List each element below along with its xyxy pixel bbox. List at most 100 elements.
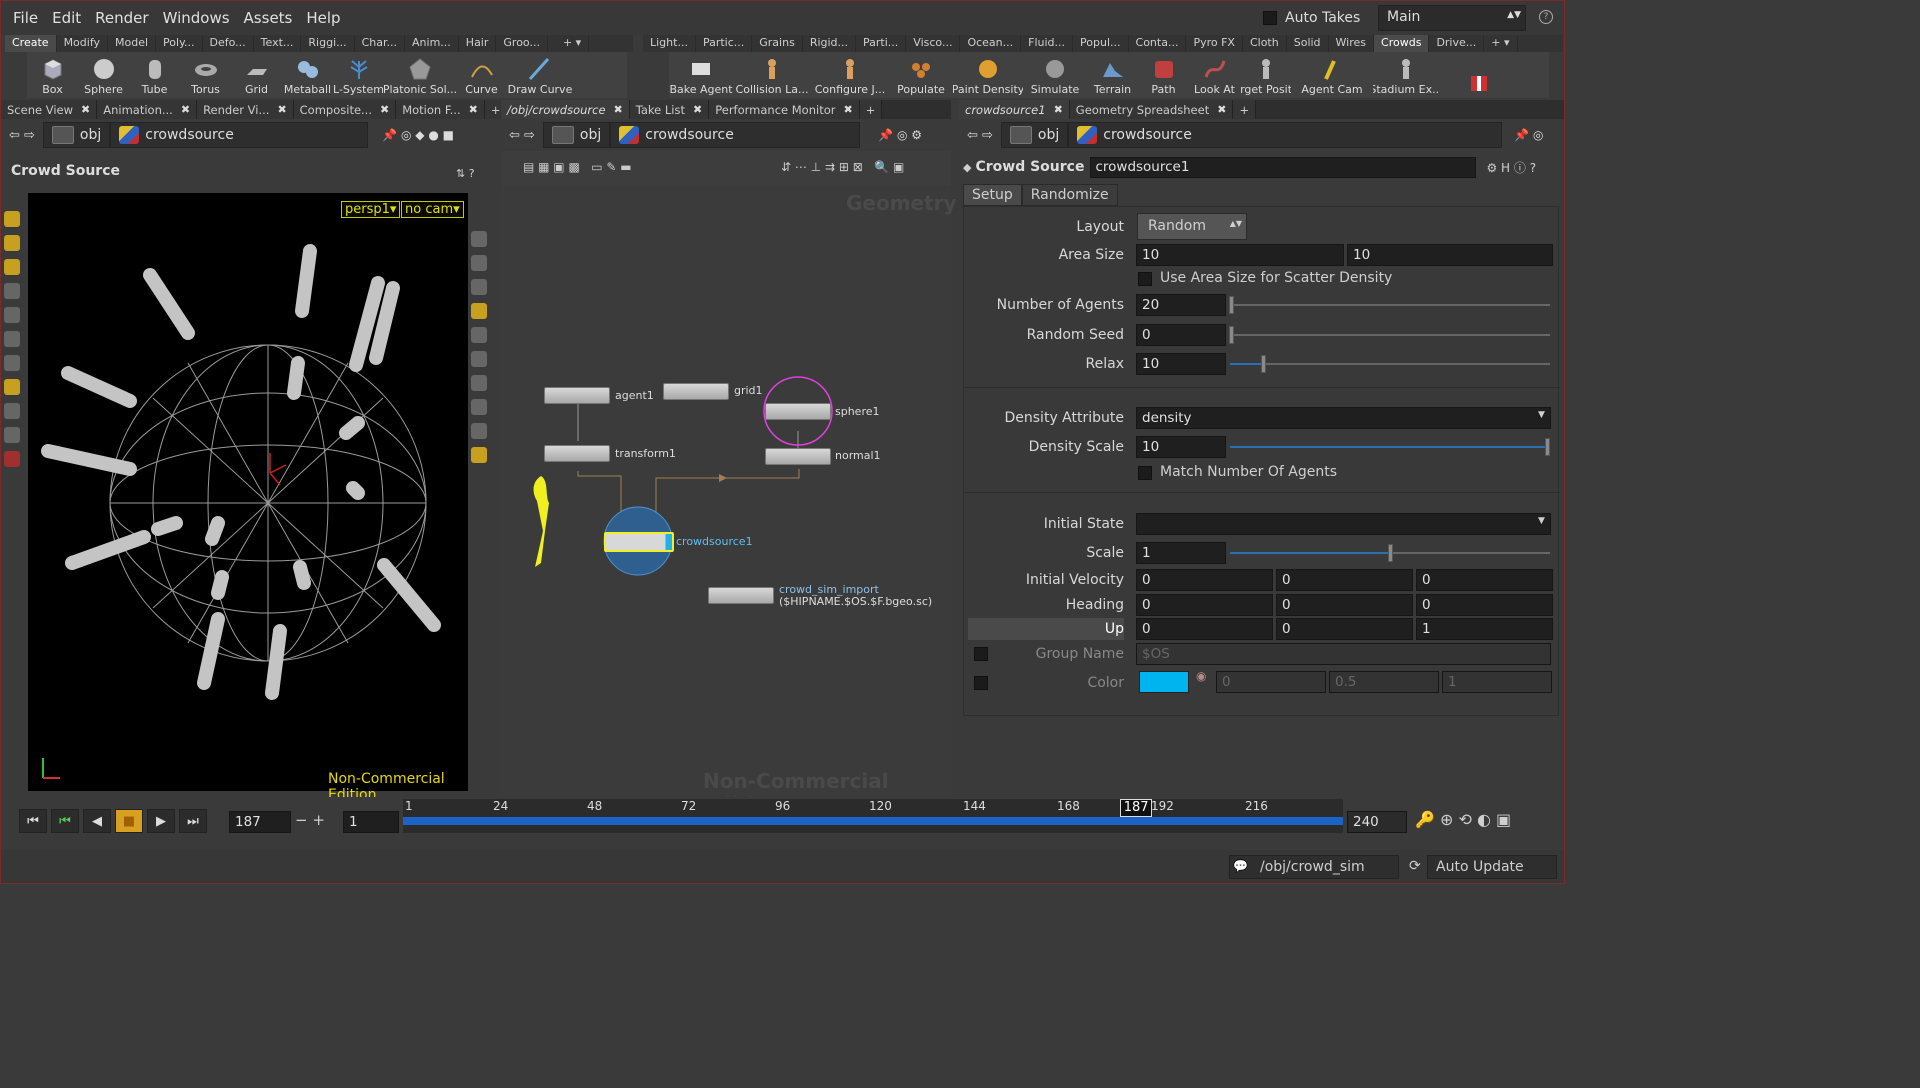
tool-agent-cam[interactable]: Stadium Ex... xyxy=(1373,52,1439,98)
magnet-tool-icon[interactable] xyxy=(4,403,20,419)
back-forward-icon[interactable]: ⇦ ⇨ xyxy=(9,128,35,143)
tab-network-path[interactable]: /obj/crowdsource ✖ xyxy=(501,100,630,119)
menu-windows[interactable]: Windows xyxy=(163,9,230,27)
path-node[interactable]: crowdsource xyxy=(110,122,369,148)
play-reverse-icon[interactable]: ◀ xyxy=(83,809,111,833)
close-icon[interactable]: ✖ xyxy=(1054,103,1063,116)
tool-configure-joints[interactable]: Configure J... xyxy=(811,52,889,98)
tool-bake-agent[interactable]: Bake Agent xyxy=(669,52,733,98)
area-size-x[interactable]: 10 xyxy=(1136,244,1344,266)
velocity-x[interactable]: 0 xyxy=(1136,569,1273,591)
tool-collision-layer[interactable]: Collision La... xyxy=(733,52,811,98)
relax-slider-knob[interactable] xyxy=(1261,355,1266,373)
tool-paint-density[interactable]: Paint Density xyxy=(953,52,1023,98)
jump-end-icon[interactable]: ⏭ xyxy=(179,809,207,833)
tool-lsystem[interactable]: L-System xyxy=(333,52,384,98)
up-z[interactable]: 1 xyxy=(1416,618,1553,640)
update-mode-select[interactable]: Auto Update xyxy=(1427,855,1557,879)
color-b[interactable]: 1 xyxy=(1442,671,1552,693)
tool-stadium-examples[interactable] xyxy=(1439,52,1519,98)
node-normal1[interactable] xyxy=(765,448,831,465)
heading-z[interactable]: 0 xyxy=(1416,594,1553,616)
menu-edit[interactable]: Edit xyxy=(52,9,81,27)
frame-minus-plus-icon[interactable]: − + xyxy=(295,811,325,829)
shelf-tab-rigging[interactable]: Riggi... xyxy=(301,35,355,52)
shading-icon[interactable] xyxy=(471,351,487,367)
heading-x[interactable]: 0 xyxy=(1136,594,1273,616)
tool-sphere[interactable]: Sphere xyxy=(78,52,129,98)
tool-box[interactable]: Box xyxy=(27,52,78,98)
chevron-down-icon[interactable]: ▼ xyxy=(1538,516,1545,526)
snap-tool-icon[interactable] xyxy=(4,379,20,395)
agents-slider[interactable] xyxy=(1230,304,1550,306)
path-obj[interactable]: obj xyxy=(42,122,111,148)
move-tool-icon[interactable] xyxy=(4,235,20,251)
node-grid1[interactable] xyxy=(663,383,729,400)
pin-icon[interactable]: 📌 ◎ ◆ ● ■ xyxy=(382,128,454,142)
tool-path[interactable]: Look At xyxy=(1189,52,1240,98)
node-crowd-sim-import[interactable] xyxy=(708,587,774,604)
shelf-tab-grains[interactable]: Grains xyxy=(752,35,803,52)
path-obj[interactable]: obj xyxy=(542,122,611,148)
node-crowdsource1[interactable] xyxy=(604,532,674,552)
tool-look-at[interactable]: Target Posit... xyxy=(1240,52,1291,98)
tab-geometry-spreadsheet[interactable]: Geometry Spreadsheet ✖ xyxy=(1069,100,1234,119)
shelf-tab-solid[interactable]: Solid xyxy=(1287,35,1329,52)
tool-grid[interactable]: Grid xyxy=(231,52,282,98)
frame-ruler[interactable]: 1 24 48 72 96 120 144 168 192 216 187 xyxy=(403,799,1343,833)
initial-state-field[interactable] xyxy=(1136,513,1551,535)
path-node[interactable]: crowdsource xyxy=(610,122,861,148)
shelf-tab-fluid[interactable]: Fluid... xyxy=(1021,35,1074,52)
help-icon[interactable]: ⇅ ? xyxy=(456,167,475,180)
shelf-tab-wires[interactable]: Wires xyxy=(1329,35,1375,52)
node-transform1[interactable] xyxy=(544,445,610,462)
shelf-tab-hair[interactable]: Hair xyxy=(459,35,497,52)
tool-draw-curve[interactable]: Draw Curve xyxy=(507,52,573,98)
velocity-z[interactable]: 0 xyxy=(1416,569,1553,591)
shelf-tab-character[interactable]: Char... xyxy=(355,35,406,52)
node-name-field[interactable]: crowdsource1 xyxy=(1090,156,1477,178)
desktop-select[interactable]: Main ▲▼ xyxy=(1378,5,1526,31)
velocity-y[interactable]: 0 xyxy=(1276,569,1413,591)
handle-tool-icon[interactable] xyxy=(4,259,20,275)
step-back-icon[interactable]: ⏮ xyxy=(51,809,79,833)
node-sphere1[interactable] xyxy=(765,403,831,420)
add-tab-icon[interactable]: + xyxy=(1233,100,1257,119)
help-icon[interactable]: ? xyxy=(1539,10,1553,24)
tool-curve[interactable]: Curve xyxy=(456,52,507,98)
shelf-tab-viscous[interactable]: Visco... xyxy=(906,35,961,52)
color-wheel-icon[interactable]: ◉ xyxy=(1196,669,1206,683)
shelf-tab-ocean[interactable]: Ocean... xyxy=(960,35,1022,52)
gear-icon[interactable]: ⚙ H ⓘ ? xyxy=(1486,159,1536,176)
pin-icon[interactable]: 📌 ◎ ⚙ xyxy=(878,128,922,142)
stop-icon[interactable]: ■ xyxy=(115,809,143,833)
shelf-tab-texture[interactable]: Text... xyxy=(254,35,302,52)
display-icon[interactable] xyxy=(471,327,487,343)
agents-field[interactable]: 20 xyxy=(1136,294,1226,316)
area-size-y[interactable]: 10 xyxy=(1347,244,1553,266)
points-icon[interactable] xyxy=(471,375,487,391)
shelf-tab-create[interactable]: Create xyxy=(5,35,57,52)
network-editor[interactable]: ▤ ▦ ▣ ▩ ▭ ✎ ▬ ⇵ ⋯ ⊥ ⇉ ⊞ ⊠ 🔍 ▣ Geometry N… xyxy=(501,151,957,817)
shelf-add-tab-icon[interactable]: + ▾ xyxy=(556,35,590,52)
back-forward-icon[interactable]: ⇦ ⇨ xyxy=(967,128,993,143)
select-tool-icon[interactable] xyxy=(4,211,20,227)
menu-assets[interactable]: Assets xyxy=(244,9,293,27)
match-agents-checkbox[interactable] xyxy=(1138,466,1152,480)
shelf-tab-deform[interactable]: Defo... xyxy=(203,35,254,52)
tool-target-posture[interactable]: Agent Cam xyxy=(1291,52,1373,98)
tab-randomize[interactable]: Randomize xyxy=(1021,184,1118,206)
heading-y[interactable]: 0 xyxy=(1276,594,1413,616)
camera-icon[interactable] xyxy=(471,279,487,295)
scale-field[interactable]: 1 xyxy=(1136,542,1226,564)
tab-render-view[interactable]: Render Vi... ✖ xyxy=(197,100,294,119)
color-g[interactable]: 0.5 xyxy=(1329,671,1439,693)
key-tools-icon[interactable]: 🔑 ⊕ ⟲ ◐ ▣ xyxy=(1415,810,1511,829)
shelf-add-tab-icon-right[interactable]: + ▾ xyxy=(1484,35,1518,52)
close-icon[interactable]: ✖ xyxy=(81,103,90,116)
density-scale-field[interactable]: 10 xyxy=(1136,436,1226,458)
tab-setup[interactable]: Setup xyxy=(963,184,1022,206)
pin-icon[interactable]: 📌 ◎ xyxy=(1514,128,1543,142)
color-r[interactable]: 0 xyxy=(1216,671,1326,693)
add-tab-icon[interactable]: + xyxy=(859,100,883,119)
